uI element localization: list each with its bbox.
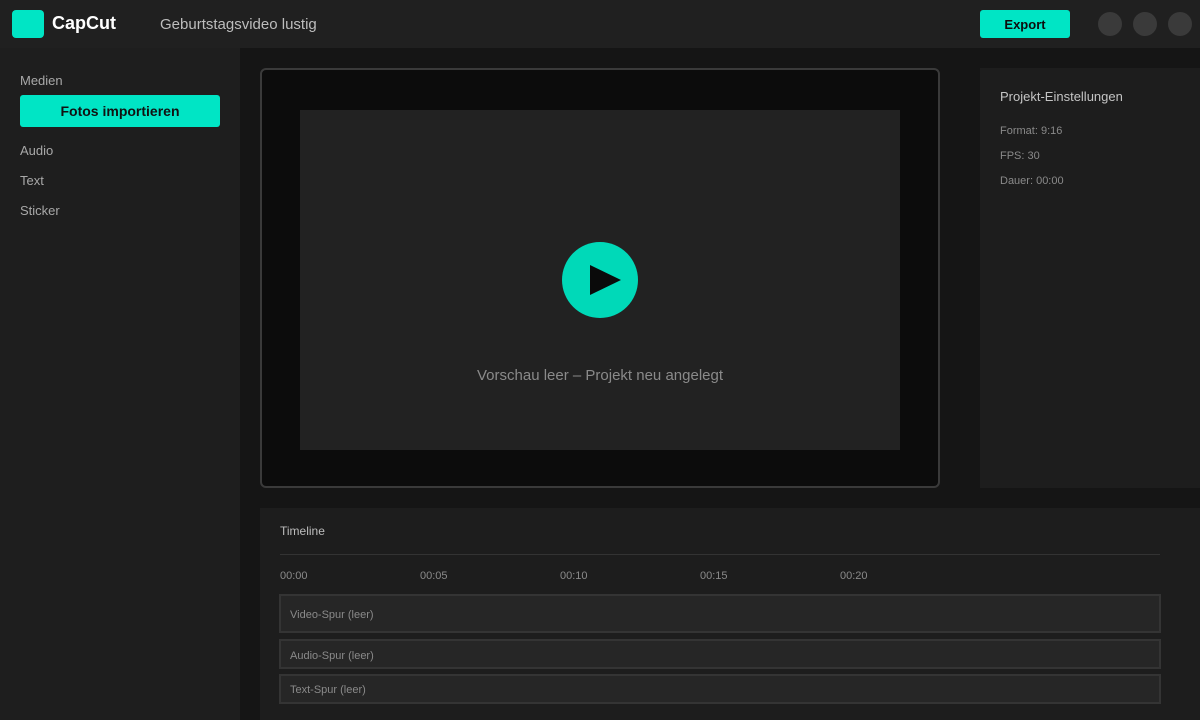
sidebar-item-sticker[interactable]: Sticker xyxy=(20,203,60,218)
timeline-tick: 00:20 xyxy=(840,570,868,582)
play-button[interactable] xyxy=(562,242,638,318)
export-button[interactable]: Export xyxy=(980,10,1070,38)
timeline-tick: 00:10 xyxy=(560,570,588,582)
video-track-label: Video-Spur (leer) xyxy=(290,609,374,621)
setting-fps: FPS: 30 xyxy=(1000,150,1040,162)
timeline-tick: 00:15 xyxy=(700,570,728,582)
setting-duration: Dauer: 00:00 xyxy=(1000,175,1064,187)
timeline-tick: 00:00 xyxy=(280,570,308,582)
capcut-logo-icon xyxy=(12,10,44,38)
video-track[interactable]: Video-Spur (leer) xyxy=(279,594,1161,633)
close-icon[interactable] xyxy=(1168,12,1192,36)
maximize-icon[interactable] xyxy=(1133,12,1157,36)
project-title[interactable]: Geburtstagsvideo lustig xyxy=(160,16,317,33)
minimize-icon[interactable] xyxy=(1098,12,1122,36)
timeline-divider xyxy=(280,554,1160,555)
play-icon xyxy=(590,265,621,295)
capcut-editor: CapCut Geburtstagsvideo lustig Export Me… xyxy=(0,0,1200,720)
preview-empty-message: Vorschau leer – Projekt neu angelegt xyxy=(477,367,723,384)
settings-title: Projekt-Einstellungen xyxy=(1000,89,1123,104)
audio-track[interactable]: Audio-Spur (leer) xyxy=(279,639,1161,669)
import-photos-button[interactable]: Fotos importieren xyxy=(20,95,220,127)
project-settings-panel: Projekt-Einstellungen Format: 9:16 FPS: … xyxy=(980,68,1200,488)
timeline-tick: 00:05 xyxy=(420,570,448,582)
text-track-label: Text-Spur (leer) xyxy=(290,684,366,696)
sidebar: Medien Fotos importieren Audio Text Stic… xyxy=(0,48,240,720)
preview-panel: Vorschau leer – Projekt neu angelegt xyxy=(260,68,940,488)
app-name: CapCut xyxy=(52,13,116,33)
sidebar-item-media[interactable]: Medien xyxy=(20,73,63,88)
text-track[interactable]: Text-Spur (leer) xyxy=(279,674,1161,704)
sidebar-item-text[interactable]: Text xyxy=(20,173,44,188)
timeline-title: Timeline xyxy=(280,524,325,538)
setting-format: Format: 9:16 xyxy=(1000,125,1063,137)
timeline-panel: Timeline 00:00 00:05 00:10 00:15 00:20 V… xyxy=(260,508,1200,720)
preview-canvas[interactable]: Vorschau leer – Projekt neu angelegt xyxy=(300,110,900,450)
sidebar-item-audio[interactable]: Audio xyxy=(20,143,53,158)
audio-track-label: Audio-Spur (leer) xyxy=(290,650,374,662)
top-bar: CapCut Geburtstagsvideo lustig Export xyxy=(0,0,1200,48)
